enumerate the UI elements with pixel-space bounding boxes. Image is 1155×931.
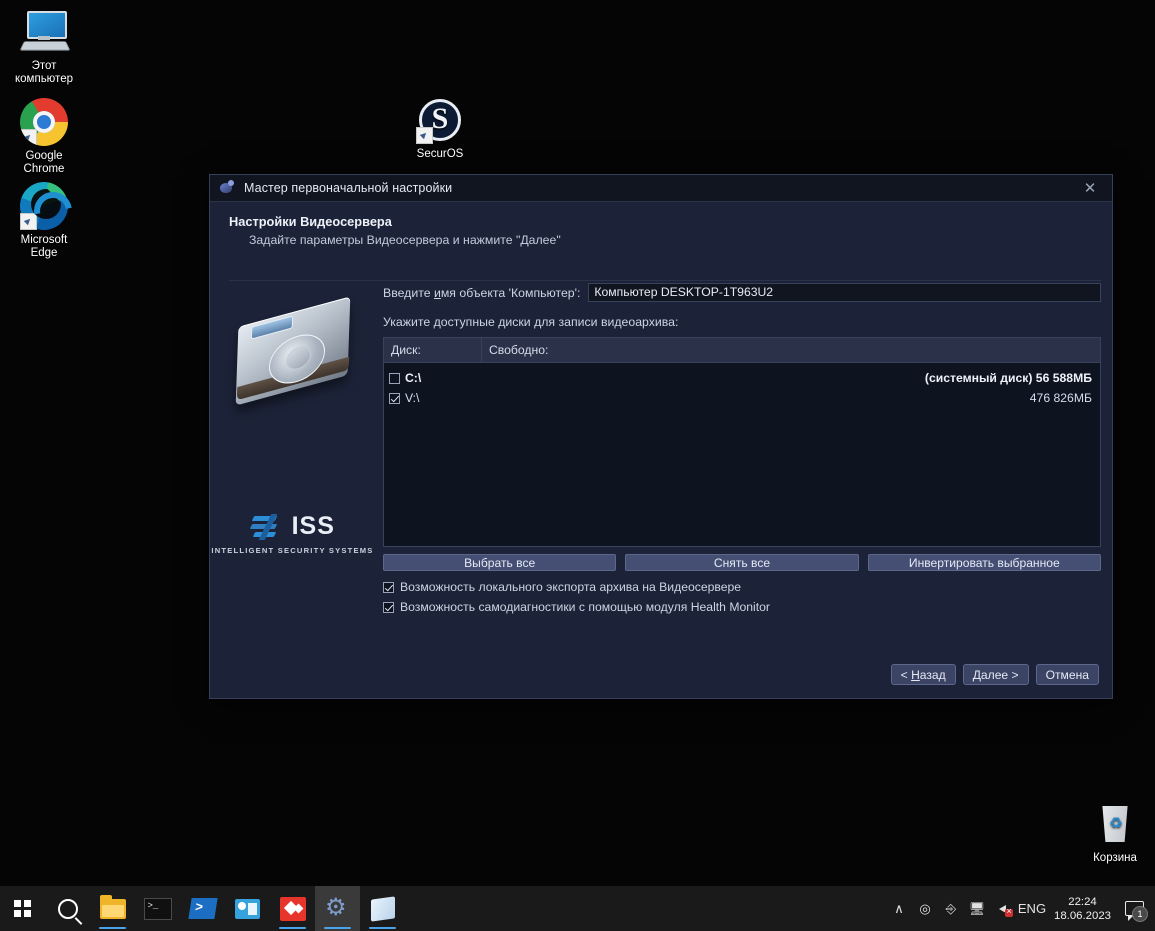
gear-icon	[325, 893, 350, 922]
windows-logo-icon	[14, 900, 31, 917]
powershell-icon	[187, 898, 218, 919]
usb-tray-icon[interactable]: ⎆	[938, 886, 964, 931]
select-all-button[interactable]: Выбрать все	[383, 554, 617, 571]
camera-tray-icon[interactable]: ◎	[912, 886, 938, 931]
disk-letter: V:\	[405, 391, 420, 405]
this-pc-icon	[19, 8, 71, 56]
search-button[interactable]	[45, 886, 90, 931]
clock-date: 18.06.2023	[1053, 909, 1111, 922]
disks-table[interactable]: Диск: Свободно: C:\ (системный диск) 56 …	[383, 337, 1101, 547]
dialog-sidebar: ISS INTELLIGENT SECURITY SYSTEMS	[211, 202, 374, 697]
volume-muted-icon[interactable]	[990, 886, 1016, 931]
file-explorer-button[interactable]	[90, 886, 135, 931]
dialog-content: Введите имя объекта 'Компьютер': Укажите…	[383, 283, 1101, 614]
note-icon	[370, 895, 395, 922]
desktop-icon-recycle-bin[interactable]: ♻ Корзина	[1071, 800, 1155, 865]
disk-checkbox[interactable]	[389, 372, 400, 384]
notification-center-button[interactable]: 1	[1119, 886, 1149, 931]
desktop-icon-google-chrome[interactable]: Google Chrome	[0, 98, 88, 176]
option-label: Возможность локального экспорта архива н…	[400, 580, 742, 594]
clock[interactable]: 22:24 18.06.2023	[1048, 895, 1119, 923]
column-header-free: Свободно:	[489, 343, 549, 357]
computer-name-row: Введите имя объекта 'Компьютер':	[383, 283, 1101, 302]
table-row[interactable]: V:\ 476 826МБ	[384, 389, 1100, 405]
notification-count: 1	[1132, 906, 1148, 922]
option-local-export[interactable]: Возможность локального экспорта архива н…	[383, 580, 1101, 594]
folder-icon	[99, 894, 126, 919]
edge-icon	[20, 182, 68, 230]
network-tray-icon[interactable]: 🖥	[964, 886, 990, 931]
system-tray: ∧ ◎ ⎆ 🖥 ENG 22:24 18.06.2023 1	[886, 886, 1155, 931]
next-button[interactable]: Далее >	[962, 664, 1029, 685]
setup-wizard-dialog: Мастер первоначальной настройки ✕ Настро…	[209, 174, 1113, 699]
computer-name-label: Введите имя объекта 'Компьютер':	[383, 285, 581, 300]
outlook-icon	[235, 898, 260, 919]
health-monitor-checkbox[interactable]	[383, 601, 394, 613]
shortcut-arrow-icon	[416, 127, 433, 144]
notes-button[interactable]	[360, 886, 405, 931]
wizard-navigation: < Назад Далее > Отмена	[890, 664, 1099, 685]
desktop-icon-microsoft-edge[interactable]: Microsoft Edge	[0, 182, 88, 260]
outlook-button[interactable]	[225, 886, 270, 931]
shortcut-arrow-icon	[20, 129, 37, 146]
option-health-monitor[interactable]: Возможность самодиагностики с помощью мо…	[383, 600, 1101, 614]
invert-selection-button[interactable]: Инвертировать выбранное	[867, 554, 1101, 571]
desktop-icon-label: Microsoft Edge	[20, 234, 68, 259]
securos-icon: S	[416, 96, 464, 144]
taskbar[interactable]: ∧ ◎ ⎆ 🖥 ENG 22:24 18.06.2023 1	[0, 886, 1155, 931]
local-export-checkbox[interactable]	[383, 581, 394, 593]
desktop-icon-this-pc[interactable]: Этот компьютер	[0, 8, 88, 86]
recycle-bin-icon: ♻	[1091, 800, 1139, 848]
dialog-titlebar[interactable]: Мастер первоначальной настройки ✕	[210, 175, 1112, 202]
column-header-drive: Диск:	[384, 338, 482, 362]
chrome-icon	[20, 98, 68, 146]
shortcut-arrow-icon	[20, 213, 37, 230]
desktop-icon-securos[interactable]: S SecurOS	[396, 96, 484, 161]
search-icon	[57, 898, 78, 919]
desktop-icon-label: Корзина	[1093, 852, 1137, 864]
desktop-icon-label: Этот компьютер	[15, 60, 73, 85]
command-prompt-button[interactable]	[135, 886, 180, 931]
language-indicator[interactable]: ENG	[1016, 886, 1048, 931]
cancel-button[interactable]: Отмена	[1035, 664, 1099, 685]
close-icon[interactable]: ✕	[1068, 175, 1112, 201]
dialog-title: Мастер первоначальной настройки	[244, 181, 453, 195]
disk-free-space: (системный диск) 56 588МБ	[924, 371, 1092, 385]
command-prompt-icon	[143, 897, 172, 920]
securos-button[interactable]	[315, 886, 360, 931]
table-header: Диск: Свободно:	[384, 338, 1100, 363]
disk-checkbox[interactable]	[389, 392, 400, 404]
iss-logo-icon	[249, 513, 284, 540]
desktop-icon-label: SecurOS	[416, 148, 464, 160]
table-row[interactable]: C:\ (системный диск) 56 588МБ	[384, 369, 1100, 385]
computer-name-input[interactable]	[588, 283, 1101, 302]
selection-buttons: Выбрать все Снять все Инвертировать выбр…	[383, 554, 1101, 571]
disk-letter: C:\	[405, 371, 422, 385]
clock-time: 22:24	[1068, 895, 1097, 908]
start-button[interactable]	[0, 886, 45, 931]
iss-tagline: INTELLIGENT SECURITY SYSTEMS	[211, 546, 374, 555]
red-app-button[interactable]	[270, 886, 315, 931]
deselect-all-button[interactable]: Снять все	[625, 554, 859, 571]
show-hidden-icons-chevron-icon[interactable]: ∧	[886, 886, 912, 931]
red-diamond-icon	[279, 896, 306, 921]
back-button[interactable]: < Назад	[890, 664, 956, 685]
disk-free-space: 476 826МБ	[1029, 391, 1092, 405]
powershell-button[interactable]	[180, 886, 225, 931]
wizard-icon	[218, 179, 235, 197]
option-label: Возможность самодиагностики с помощью мо…	[400, 600, 770, 614]
iss-branding: ISS INTELLIGENT SECURITY SYSTEMS	[211, 512, 374, 555]
desktop-icon-label: Google Chrome	[23, 150, 65, 175]
hard-disk-illustration-icon	[229, 294, 361, 406]
iss-logo-word: ISS	[291, 512, 335, 540]
disks-label: Укажите доступные диски для записи видео…	[383, 315, 679, 329]
